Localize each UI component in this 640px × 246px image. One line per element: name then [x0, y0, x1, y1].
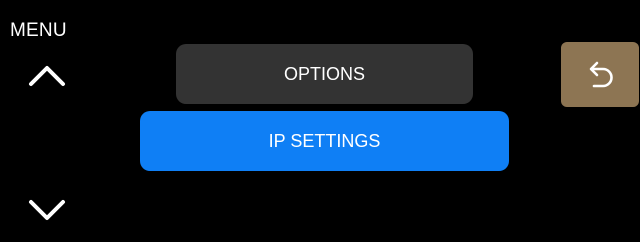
- options-button[interactable]: OPTIONS: [176, 44, 473, 104]
- back-button[interactable]: [561, 42, 639, 107]
- screen: MENU OPTIONS IP SETTINGS: [0, 0, 640, 242]
- scroll-up-button[interactable]: [25, 55, 69, 95]
- scroll-down-button[interactable]: [25, 190, 69, 230]
- chevron-up-icon: [29, 66, 65, 86]
- menu-title: MENU: [10, 20, 67, 41]
- chevron-down-icon: [29, 200, 65, 220]
- undo-arrow-icon: [589, 61, 613, 87]
- ip-settings-button[interactable]: IP SETTINGS: [140, 111, 509, 171]
- ip-settings-button-label: IP SETTINGS: [268, 130, 381, 151]
- options-button-label: OPTIONS: [283, 63, 365, 84]
